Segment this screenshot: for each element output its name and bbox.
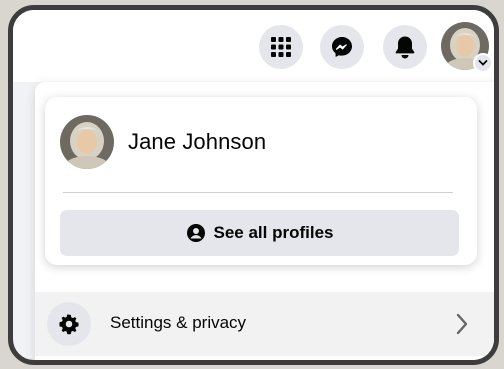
account-dropdown: Jane Johnson See all profiles Settings &… bbox=[35, 82, 494, 360]
notifications-button[interactable] bbox=[383, 25, 427, 69]
messenger-button[interactable] bbox=[320, 25, 364, 69]
top-bar bbox=[13, 10, 494, 82]
messenger-icon bbox=[332, 37, 352, 57]
account-avatar-button[interactable] bbox=[441, 22, 493, 73]
chevron-right-icon bbox=[455, 312, 469, 341]
profiles-icon bbox=[186, 223, 206, 243]
settings-privacy-label: Settings & privacy bbox=[110, 313, 247, 332]
divider bbox=[63, 192, 453, 193]
see-all-profiles-label: See all profiles bbox=[213, 223, 334, 242]
profile-row[interactable]: Jane Johnson bbox=[45, 97, 477, 197]
settings-privacy-item[interactable]: Settings & privacy bbox=[35, 292, 494, 356]
menu-grid-icon bbox=[271, 37, 291, 57]
profile-name: Jane Johnson bbox=[128, 129, 267, 154]
bell-icon bbox=[395, 36, 415, 59]
see-all-profiles-button[interactable]: See all profiles bbox=[60, 210, 459, 256]
profile-card: Jane Johnson See all profiles bbox=[45, 97, 477, 265]
menu-button[interactable] bbox=[259, 25, 303, 69]
app-window: Jane Johnson See all profiles Settings &… bbox=[8, 5, 499, 365]
avatar bbox=[60, 115, 114, 169]
gear-icon bbox=[47, 302, 91, 346]
chevron-down-icon[interactable] bbox=[473, 53, 493, 73]
